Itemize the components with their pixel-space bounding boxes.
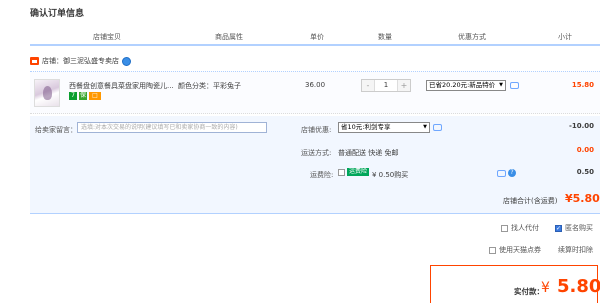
shop-total-value: ¥5.80 [565,192,600,205]
tmall-coupon-label: 使用天猫点券 [499,246,541,254]
insurance-label: 运费险: [310,171,334,179]
chevron-down-icon: ▼ [499,82,503,88]
tmall-coupon-checkbox[interactable] [489,246,496,254]
payment-label: 实付款： [514,287,544,296]
shipping-fee: 0.00 [576,146,594,154]
message-input[interactable]: 选填:对本次交易的说明(建议填写已和卖家协商一致的内容) [77,122,267,133]
message-label: 给卖家留言： [35,126,77,134]
shop-discount-value: -10.00 [568,122,594,130]
column-header-price: 单价 [310,33,324,41]
column-header-subtotal: 小计 [558,33,572,41]
seven-day-return-icon: 7 [69,92,77,100]
insurance-checkbox[interactable] [338,169,345,176]
coupon-status: 续算时扣除 [558,246,593,254]
insurance-price-text: ¥ 0.50购买 [372,171,409,179]
shop-discount-label: 店铺优惠: [301,126,332,134]
shipping-label: 运送方式: [301,149,332,157]
item-attributes: 颜色分类：平彩兔子 [178,82,241,90]
item-promo-select[interactable]: 已省20.20元:新品特价 ▼ [426,80,506,91]
insurance-tag: 运费险 [347,168,370,176]
shop-row: 店铺：御三泥弘盛专卖店 [30,56,131,66]
payment-currency: ¥ [541,280,550,296]
quantity-input[interactable]: 1 [374,80,398,91]
item-row [30,71,600,114]
shop-discount-select[interactable]: 省10元:利剑专享 ▼ [338,122,430,133]
shop-icon [30,57,39,65]
item-badges: 7 保 □ [69,92,101,100]
anonymous-checkbox[interactable] [555,224,562,232]
quantity-decrease-button[interactable]: - [362,80,374,91]
column-header-attributes: 商品属性 [215,33,243,41]
shop-total-label: 店铺合计(含运费) [503,197,558,205]
insurance-chat-icon[interactable] [497,170,506,177]
item-title[interactable]: 西餐盘创意餐具菜盘家用陶瓷儿... [69,81,174,91]
quantity-increase-button[interactable]: + [398,80,410,91]
item-promo-select-value: 已省20.20元:新品特价 [429,81,496,89]
tmall-coupon-option[interactable]: 使用天猫点券 [489,245,541,255]
proxy-pay-checkbox[interactable] [501,224,508,232]
proxy-pay-option[interactable]: 找人代付 [501,223,539,233]
anonymous-option[interactable]: 匿名购买 [555,223,593,233]
item-subtotal: 15.80 [571,81,594,89]
insurance-fee: 0.50 [576,168,594,176]
shop-discount-select-value: 省10元:利剑专享 [341,123,391,131]
shipping-method: 普通配送 快递 免邮 [338,149,399,157]
quantity-stepper: - 1 + [361,79,411,92]
guarantee-icon: 保 [79,92,87,100]
wangwang-chat-icon[interactable] [122,56,131,66]
header-divider [30,44,600,46]
item-thumbnail[interactable] [34,79,60,107]
proxy-pay-label: 找人代付 [511,224,539,232]
chevron-down-icon: ▼ [423,124,427,130]
page-title: 确认订单信息 [30,9,85,19]
discount-info-icon[interactable] [433,124,442,131]
unit-price: 36.00 [305,81,326,89]
anonymous-label: 匿名购买 [565,224,593,232]
help-icon[interactable]: ? [508,169,516,177]
promo-info-icon[interactable] [510,82,519,89]
shop-name[interactable]: 店铺：御三泥弘盛专卖店 [42,56,119,66]
payment-amount: 5.80 [557,276,600,297]
column-header-promo: 优惠方式 [458,33,486,41]
column-header-item: 店铺宝贝 [93,33,121,41]
column-header-quantity: 数量 [378,33,392,41]
card-icon: □ [89,92,101,100]
